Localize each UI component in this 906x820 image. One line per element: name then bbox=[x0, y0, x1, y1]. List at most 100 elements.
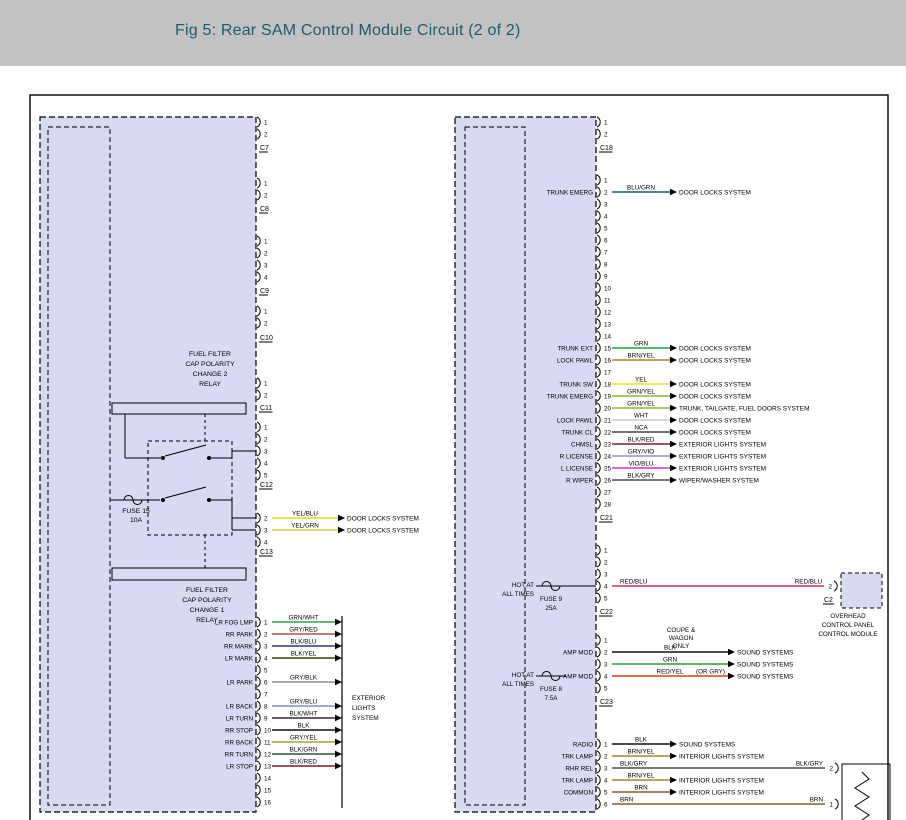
pin-label: TRUNK CL bbox=[562, 429, 594, 436]
pin-number: 4 bbox=[604, 777, 608, 784]
pin-number: 1 bbox=[264, 619, 268, 626]
destination-label: DOOR LOCKS SYSTEM bbox=[679, 393, 751, 400]
destination-label: EXTERIOR LIGHTS SYSTEM bbox=[679, 441, 766, 448]
wire-color-label: BLK/GRY bbox=[796, 761, 824, 768]
pin-number: 3 bbox=[604, 661, 608, 668]
pin-number: 1 bbox=[604, 547, 608, 554]
pin-label: LOCK PAWL bbox=[557, 417, 594, 424]
wire-color-label: GRY/RED bbox=[289, 627, 318, 634]
wire-color-label: RED/BLU bbox=[795, 579, 823, 586]
pin-number: 25 bbox=[604, 465, 612, 472]
fuel-filter-relay1-label: CHANGE 1 bbox=[190, 607, 225, 614]
pin-number: 7 bbox=[264, 691, 268, 698]
fuel-filter-relay1-label: CAP POLARITY bbox=[182, 597, 232, 604]
pin-number: 2 bbox=[604, 189, 608, 196]
box-caption: CONTROL MODULE bbox=[818, 631, 877, 638]
destination-label: INTERIOR LIGHTS SYSTEM bbox=[679, 777, 764, 784]
pin-number: 8 bbox=[604, 261, 608, 268]
wire-color-label: GRN bbox=[634, 341, 648, 348]
connector-label: C2 bbox=[824, 597, 833, 604]
pin-label: RR BACK bbox=[225, 739, 254, 746]
wire-color-label: GRY/BLU bbox=[290, 699, 318, 706]
pin-number: 28 bbox=[604, 501, 612, 508]
pin-number: 4 bbox=[264, 655, 268, 662]
destination-label: TRUNK, TAILGATE, FUEL DOORS SYSTEM bbox=[679, 405, 810, 412]
pin-number: 4 bbox=[604, 583, 608, 590]
wire-color-label: NCA bbox=[634, 425, 648, 432]
pin-number: 1 bbox=[604, 119, 608, 126]
wire-color-label: BLK/GRY bbox=[620, 761, 648, 768]
connector-label: C7 bbox=[260, 145, 269, 152]
wire-color-label: BRN/YEL bbox=[628, 353, 655, 360]
pin-number: 1 bbox=[604, 637, 608, 644]
destination-label: DOOR LOCKS SYSTEM bbox=[679, 381, 751, 388]
pin-number: 2 bbox=[264, 515, 268, 522]
pin-number: 4 bbox=[604, 213, 608, 220]
pin-number: 1 bbox=[264, 238, 268, 245]
connector-label: C10 bbox=[260, 335, 273, 342]
pin-label: LR PARK bbox=[227, 679, 254, 686]
wire-color-label: GRN/YEL bbox=[627, 401, 655, 408]
pin-label: LOCK PAWL bbox=[557, 357, 594, 364]
destination-label: DOOR LOCKS SYSTEM bbox=[347, 527, 419, 534]
pin-number: 14 bbox=[604, 333, 612, 340]
pin-number: 13 bbox=[264, 763, 272, 770]
pin-number: 16 bbox=[264, 799, 272, 806]
connector-label: C12 bbox=[260, 482, 273, 489]
pin-label: AMP MOD bbox=[563, 673, 593, 680]
note-label: COUPE & bbox=[667, 627, 696, 634]
pin-label: LR TURN bbox=[226, 715, 254, 722]
wire-color-label: BRN/YEL bbox=[628, 749, 655, 756]
pin-label: TRK LAMP bbox=[562, 777, 594, 784]
pin-number: 1 bbox=[264, 119, 268, 126]
pin-number: 5 bbox=[264, 667, 268, 674]
pin-number: 2 bbox=[264, 392, 268, 399]
wire-color-label: VIO/BLU bbox=[629, 461, 654, 468]
pin-number: 1 bbox=[604, 741, 608, 748]
pin-number: 11 bbox=[604, 297, 611, 304]
pin-number: 10 bbox=[604, 285, 612, 292]
pin-label: TRUNK EXT bbox=[557, 345, 593, 352]
pin-number: 2 bbox=[604, 559, 608, 566]
pin-label: R WIPER bbox=[566, 477, 593, 484]
pin-number: 6 bbox=[264, 679, 268, 686]
pin-label: TRUNK EMERG bbox=[546, 393, 593, 400]
pin-label: LR STOP bbox=[226, 763, 253, 770]
destination-label: DOOR LOCKS SYSTEM bbox=[679, 429, 751, 436]
wire-color-label: BLK/WHT bbox=[290, 711, 318, 718]
connector-label: C18 bbox=[600, 145, 613, 152]
fuse-name: FUSE 9 bbox=[540, 596, 563, 603]
pin-number: 26 bbox=[604, 477, 612, 484]
pin-number: 9 bbox=[264, 715, 268, 722]
pin-label: RR TURN bbox=[225, 751, 254, 758]
fuel-filter-relay2-label: CAP POLARITY bbox=[185, 361, 235, 368]
pin-number: 5 bbox=[264, 472, 268, 479]
pin-label: R LICENSE bbox=[560, 453, 593, 460]
pin-number: 2 bbox=[264, 250, 268, 257]
wire-color-label: BLK bbox=[298, 723, 311, 730]
wire-color-label: RED/BLU bbox=[620, 579, 648, 586]
wire-color-label: BLK/RED bbox=[628, 437, 655, 444]
wire-color-suffix: (OR GRY) bbox=[696, 669, 725, 676]
hot-at-all-times-label: HOT AT bbox=[512, 582, 534, 589]
pin-label: LR MARK bbox=[225, 655, 254, 662]
pin-number: 1 bbox=[264, 308, 268, 315]
destination-label: DOOR LOCKS SYSTEM bbox=[679, 417, 751, 424]
pin-number: 6 bbox=[604, 801, 608, 808]
pin-number: 1 bbox=[264, 180, 268, 187]
destination-label: SOUND SYSTEMS bbox=[679, 741, 736, 748]
pin-number: 3 bbox=[264, 527, 268, 534]
pin-label: RHR REL bbox=[565, 765, 593, 772]
fuse15-label: 10A bbox=[130, 517, 143, 524]
destination-label: SOUND SYSTEMS bbox=[737, 661, 794, 668]
pin-number: 3 bbox=[264, 448, 268, 455]
pin-number: 4 bbox=[264, 274, 268, 281]
pin-number: 10 bbox=[264, 727, 272, 734]
wire-color-label: BRN bbox=[634, 785, 648, 792]
pin-number: 1 bbox=[604, 177, 608, 184]
connector-label: C23 bbox=[600, 699, 613, 706]
relay1-bar bbox=[112, 568, 246, 580]
pin-number: 15 bbox=[264, 787, 272, 794]
box-caption: OVERHEAD bbox=[830, 613, 866, 620]
pin-number: 2 bbox=[604, 753, 608, 760]
